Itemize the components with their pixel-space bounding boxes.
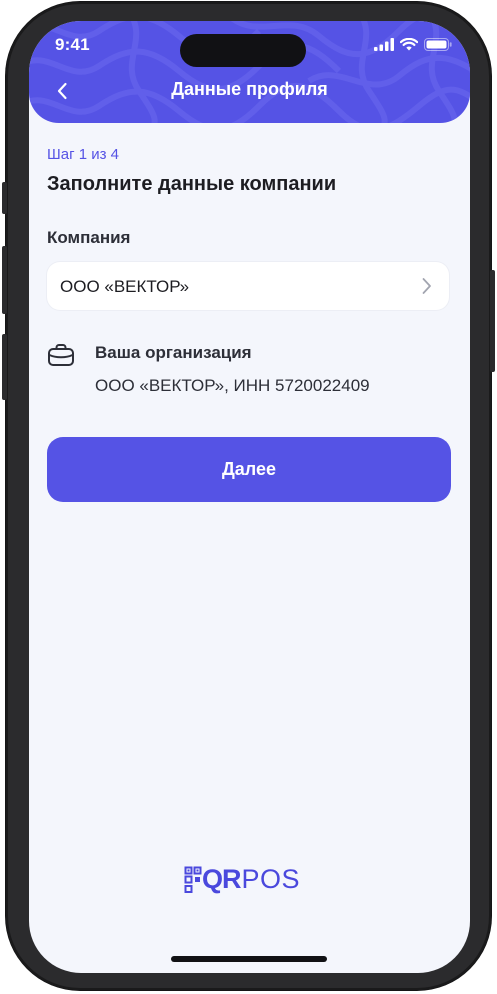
battery-icon bbox=[424, 38, 452, 51]
header: 9:41 Данные профиля bbox=[29, 21, 470, 123]
side-button-power bbox=[490, 270, 495, 372]
step-indicator: Шаг 1 из 4 bbox=[47, 146, 120, 163]
status-icons bbox=[374, 38, 452, 51]
wifi-icon bbox=[400, 38, 418, 51]
brand-qr-text: QR bbox=[202, 864, 241, 894]
briefcase-icon bbox=[48, 344, 74, 366]
side-button-volume-down bbox=[2, 334, 7, 400]
organization-details: ООО «ВЕКТОР», ИНН 5720022409 bbox=[95, 376, 370, 395]
status-time: 9:41 bbox=[55, 35, 90, 54]
brand-pos-text: POS bbox=[241, 864, 301, 894]
page-header-title: Данные профиля bbox=[171, 79, 328, 99]
dynamic-island bbox=[180, 34, 306, 67]
qr-code-icon bbox=[184, 866, 202, 893]
company-select[interactable]: ООО «ВЕКТОР» bbox=[47, 262, 449, 310]
organization-title: Ваша организация bbox=[95, 343, 252, 362]
page-title: Заполните данные компании bbox=[47, 173, 337, 195]
next-button[interactable]: Далее bbox=[47, 437, 451, 502]
brand-logo: QR POS bbox=[184, 864, 300, 895]
home-indicator[interactable] bbox=[171, 956, 327, 962]
company-select-value: ООО «ВЕКТОР» bbox=[60, 277, 190, 296]
side-button-silent bbox=[2, 182, 7, 214]
company-field-label: Компания bbox=[47, 228, 131, 247]
app-screen: 9:41 Данные профиля Шаг 1 из 4 Заполните… bbox=[29, 21, 470, 973]
signal-icon bbox=[374, 38, 394, 51]
chevron-right-icon bbox=[422, 278, 431, 294]
side-button-volume-up bbox=[2, 246, 7, 314]
